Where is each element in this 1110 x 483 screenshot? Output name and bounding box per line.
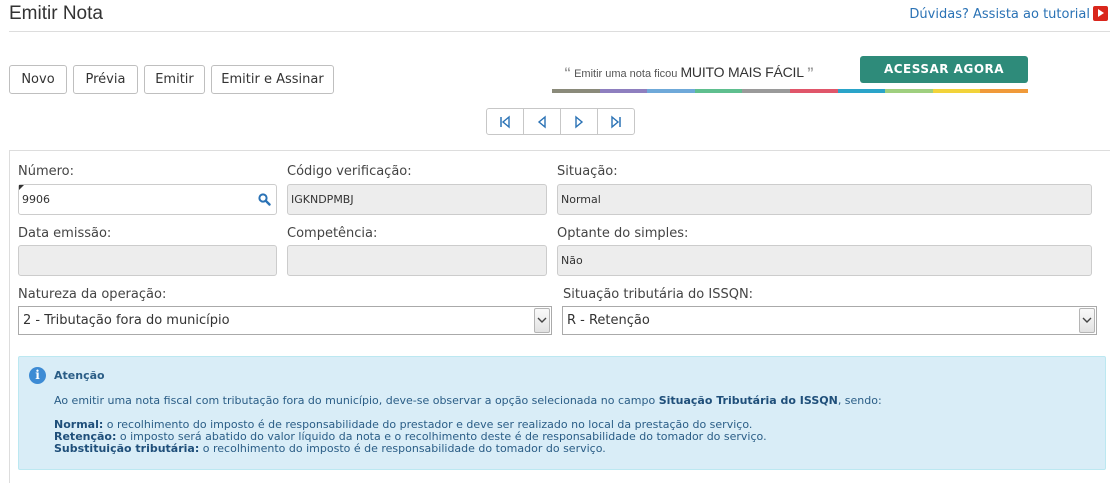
first-page-icon[interactable] bbox=[487, 109, 524, 134]
last-page-icon[interactable] bbox=[598, 109, 634, 134]
search-icon[interactable] bbox=[258, 193, 271, 206]
optante-simples-field: Não bbox=[557, 245, 1092, 276]
numero-input[interactable]: 9906 bbox=[18, 184, 277, 215]
situacao-tributaria-issqn-label: Situação tributária do ISSQN: bbox=[563, 287, 754, 302]
title-divider bbox=[9, 31, 1110, 32]
natureza-operacao-select[interactable]: 2 - Tributação fora do município bbox=[18, 306, 552, 335]
promo-text-emphasis: MUITO MAIS FÁCIL bbox=[680, 64, 804, 80]
promo-bar-segment bbox=[552, 89, 600, 93]
optante-simples-label: Optante do simples: bbox=[557, 226, 689, 241]
promo-text-normal: Emitir uma nota ficou bbox=[574, 68, 678, 80]
previa-button[interactable]: Prévia bbox=[73, 65, 138, 94]
competencia-field bbox=[287, 245, 547, 276]
natureza-operacao-value: 2 - Tributação fora do município bbox=[23, 313, 230, 328]
numero-value: 9906 bbox=[22, 193, 50, 206]
alert-list-item: Substituição tributária: o recolhimento … bbox=[54, 443, 767, 455]
promo-bar-segment bbox=[885, 89, 933, 93]
natureza-operacao-label: Natureza da operação: bbox=[18, 287, 167, 302]
situacao-tributaria-issqn-value: R - Retenção bbox=[567, 313, 650, 328]
codigo-verificacao-value: IGKNDPMBJ bbox=[291, 193, 354, 206]
alert-text-before: Ao emitir uma nota fiscal com tributação… bbox=[54, 394, 656, 407]
promo-bar-segment bbox=[599, 89, 648, 93]
promo-color-bar bbox=[552, 89, 1028, 93]
alert-text: Ao emitir uma nota fiscal com tributação… bbox=[54, 394, 882, 407]
situacao-tributaria-issqn-select[interactable]: R - Retenção bbox=[562, 306, 1097, 335]
alert-list: Normal: o recolhimento do imposto é de r… bbox=[54, 419, 767, 455]
emitir-assinar-button[interactable]: Emitir e Assinar bbox=[211, 65, 334, 94]
optante-simples-value: Não bbox=[561, 254, 583, 267]
next-page-icon[interactable] bbox=[561, 109, 598, 134]
situacao-value: Normal bbox=[561, 193, 601, 206]
promo-bar-segment bbox=[980, 89, 1028, 93]
alert-title: Atenção bbox=[54, 369, 105, 382]
promo-open-quote: “ bbox=[564, 64, 571, 80]
alert-text-bold: Situação Tributária do ISSQN bbox=[658, 394, 838, 407]
attention-alert: i Atenção Ao emitir uma nota fiscal com … bbox=[18, 356, 1106, 470]
codigo-verificacao-field: IGKNDPMBJ bbox=[287, 184, 547, 215]
situacao-label: Situação: bbox=[557, 164, 618, 179]
promo-bar-segment bbox=[647, 89, 695, 93]
record-pager bbox=[486, 108, 635, 135]
alert-text-after: , sendo: bbox=[837, 394, 882, 407]
page-title: Emitir Nota bbox=[9, 3, 103, 24]
codigo-verificacao-label: Código verificação: bbox=[287, 164, 412, 179]
chevron-down-icon[interactable] bbox=[1079, 308, 1095, 333]
data-emissao-field bbox=[18, 245, 277, 276]
promo-bar-segment bbox=[837, 89, 886, 93]
chevron-down-icon[interactable] bbox=[534, 308, 550, 333]
emitir-button[interactable]: Emitir bbox=[144, 65, 205, 94]
promo-bar-segment bbox=[789, 89, 838, 93]
situacao-field: Normal bbox=[557, 184, 1092, 215]
data-emissao-label: Data emissão: bbox=[18, 226, 112, 241]
numero-label: Número: bbox=[18, 164, 75, 179]
acessar-agora-button[interactable]: ACESSAR AGORA bbox=[860, 56, 1028, 83]
alert-item-term: Substituição tributária: bbox=[54, 442, 200, 455]
promo-text: “ Emitir uma nota ficou MUITO MAIS FÁCIL… bbox=[564, 64, 814, 80]
promo-bar-segment bbox=[742, 89, 790, 93]
required-corner-marker bbox=[19, 185, 24, 190]
promo-bar-segment bbox=[932, 89, 981, 93]
promo-bar-segment bbox=[694, 89, 743, 93]
info-icon: i bbox=[29, 367, 46, 384]
alert-item-desc: o recolhimento do imposto é de responsab… bbox=[199, 442, 606, 455]
tutorial-link[interactable]: Dúvidas? Assista ao tutorial bbox=[909, 7, 1090, 22]
youtube-play-icon[interactable] bbox=[1093, 6, 1108, 21]
promo-banner: “ Emitir uma nota ficou MUITO MAIS FÁCIL… bbox=[552, 55, 1028, 94]
promo-close-quote: ” bbox=[806, 64, 814, 80]
novo-button[interactable]: Novo bbox=[9, 65, 67, 94]
competencia-label: Competência: bbox=[287, 226, 378, 241]
previous-page-icon[interactable] bbox=[524, 109, 561, 134]
